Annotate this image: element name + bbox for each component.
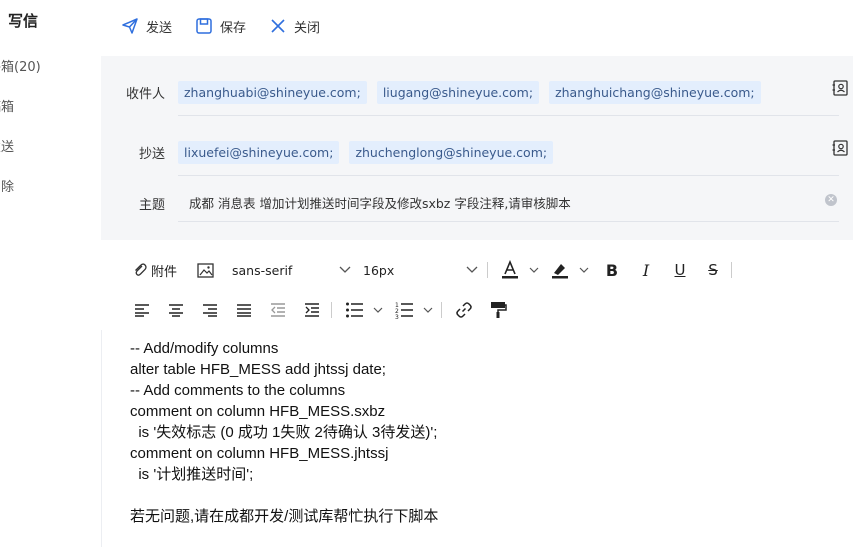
recipient-chip[interactable]: zhanghuichang@shineyue.com;	[549, 81, 761, 104]
body-line: comment on column HFB_MESS.jhtssj	[130, 445, 389, 462]
bold-button[interactable]: B	[602, 260, 622, 280]
divider	[178, 221, 839, 222]
body-line: -- Add comments to the columns	[130, 382, 346, 399]
bullet-list-icon	[346, 302, 383, 318]
body-line: is '计划推送时间';	[130, 466, 254, 483]
outdent-icon	[271, 303, 285, 317]
cc-chip[interactable]: lixuefei@shineyue.com;	[178, 141, 340, 164]
close-label: 关闭	[294, 20, 321, 36]
underline-icon: U	[674, 261, 686, 279]
to-contacts-button[interactable]	[831, 79, 849, 97]
address-book-icon	[832, 140, 848, 156]
body-line: -- Add/modify columns	[130, 340, 279, 357]
font-size-select[interactable]: 16px	[357, 260, 483, 280]
align-right-icon	[203, 304, 217, 317]
subject-label: 主题	[138, 198, 165, 213]
mail-header: 收件人 zhanghuabi@shineyue.com; liugang@shi…	[101, 56, 853, 240]
compose-title: 写信	[0, 10, 38, 31]
send-label: 发送	[146, 20, 173, 36]
compose-toolbar: 发送 保存 关闭	[101, 0, 853, 56]
clear-subject-icon[interactable]: ✕	[825, 194, 837, 206]
italic-icon: I	[642, 260, 650, 280]
message-body[interactable]: -- Add/modify columns alter table HFB_MES…	[130, 338, 438, 527]
editor-toolbar: 附件 sans-serif 16px B I U S 1 2 3	[101, 240, 853, 330]
numbered-list-icon: 123	[395, 302, 433, 319]
image-icon	[196, 262, 214, 278]
svg-text:3: 3	[395, 314, 399, 319]
highlighter-icon	[552, 264, 589, 279]
save-label: 保存	[220, 20, 247, 36]
font-color-icon	[502, 260, 539, 279]
indent-button[interactable]	[303, 301, 321, 319]
to-recipients[interactable]: zhanghuabi@shineyue.com; liugang@shineyu…	[178, 81, 761, 104]
separator	[331, 302, 332, 318]
body-line	[130, 485, 438, 506]
sidebar-item-sent[interactable]: 发送	[0, 136, 14, 155]
compose-panel: 发送 保存 关闭 收件人 zhanghuabi@shineyue.com; li…	[101, 0, 853, 547]
body-line: is '失效标志 (0 成功 1失败 2待确认 3待发送)';	[130, 424, 438, 441]
sidebar-item-deleted[interactable]: 删除	[0, 176, 14, 195]
separator	[731, 262, 732, 278]
recipient-chip[interactable]: zhanghuabi@shineyue.com;	[178, 81, 367, 104]
indent-icon	[305, 303, 319, 317]
compose-icon	[0, 15, 4, 27]
cc-recipients[interactable]: lixuefei@shineyue.com; zhuchenglong@shin…	[178, 141, 554, 164]
sidebar-item-drafts[interactable]: 稿箱	[0, 96, 14, 115]
link-icon	[456, 302, 472, 318]
close-button[interactable]: 关闭	[269, 15, 320, 37]
numbered-list-button[interactable]: 123	[395, 300, 437, 320]
body-line: comment on column HFB_MESS.sxbz	[130, 403, 386, 420]
align-left-button[interactable]	[133, 301, 151, 319]
send-icon	[122, 18, 138, 34]
separator	[441, 302, 442, 318]
strikethrough-icon: S	[708, 261, 718, 279]
format-painter-icon	[491, 302, 507, 318]
sidebar-item-inbox[interactable]: 件箱(20)	[0, 56, 41, 75]
send-button[interactable]: 发送	[121, 15, 172, 37]
attach-button[interactable]: 附件	[132, 261, 178, 280]
close-icon	[271, 19, 285, 33]
attach-label: 附件	[151, 264, 178, 280]
insert-image-button[interactable]	[196, 261, 214, 279]
align-right-button[interactable]	[201, 301, 219, 319]
font-family-value: sans-serif	[232, 262, 293, 278]
insert-link-button[interactable]	[454, 300, 474, 320]
divider	[178, 115, 839, 116]
format-painter-button[interactable]	[488, 300, 508, 320]
chevron-down-icon	[339, 266, 351, 273]
align-center-button[interactable]	[167, 301, 185, 319]
to-label: 收件人	[125, 87, 165, 102]
sidebar: 写信 件箱(20) 稿箱 发送 删除	[0, 0, 102, 547]
bullet-list-button[interactable]	[345, 300, 387, 320]
cc-chip[interactable]: zhuchenglong@shineyue.com;	[349, 141, 554, 164]
font-family-select[interactable]: sans-serif	[226, 260, 356, 280]
cc-label: 抄送	[138, 147, 165, 162]
body-line: alter table HFB_MESS add jhtssj date;	[130, 361, 386, 378]
highlight-color-button[interactable]	[549, 260, 593, 280]
align-left-icon	[135, 304, 149, 317]
italic-button[interactable]: I	[636, 260, 656, 280]
underline-button[interactable]: U	[670, 260, 690, 280]
chevron-down-icon	[466, 266, 478, 273]
save-icon	[196, 18, 212, 34]
separator	[487, 262, 488, 278]
divider	[178, 175, 839, 176]
save-button[interactable]: 保存	[195, 15, 246, 37]
cc-contacts-button[interactable]	[831, 139, 849, 157]
address-book-icon	[832, 80, 848, 96]
bold-icon: B	[605, 260, 619, 280]
align-center-icon	[169, 304, 183, 317]
font-size-value: 16px	[363, 262, 395, 278]
subject-input[interactable]: 成都 消息表 增加计划推送时间字段及修改sxbz 字段注释,请审核脚本	[189, 193, 571, 212]
align-justify-button[interactable]	[235, 301, 253, 319]
body-line: 若无问题,请在成都开发/测试库帮忙执行下脚本	[130, 508, 439, 525]
recipient-chip[interactable]: liugang@shineyue.com;	[376, 81, 540, 104]
paperclip-icon	[135, 263, 147, 276]
outdent-button[interactable]	[269, 301, 287, 319]
text-color-button[interactable]	[499, 260, 543, 280]
align-justify-icon	[237, 304, 251, 317]
strikethrough-button[interactable]: S	[703, 260, 723, 280]
